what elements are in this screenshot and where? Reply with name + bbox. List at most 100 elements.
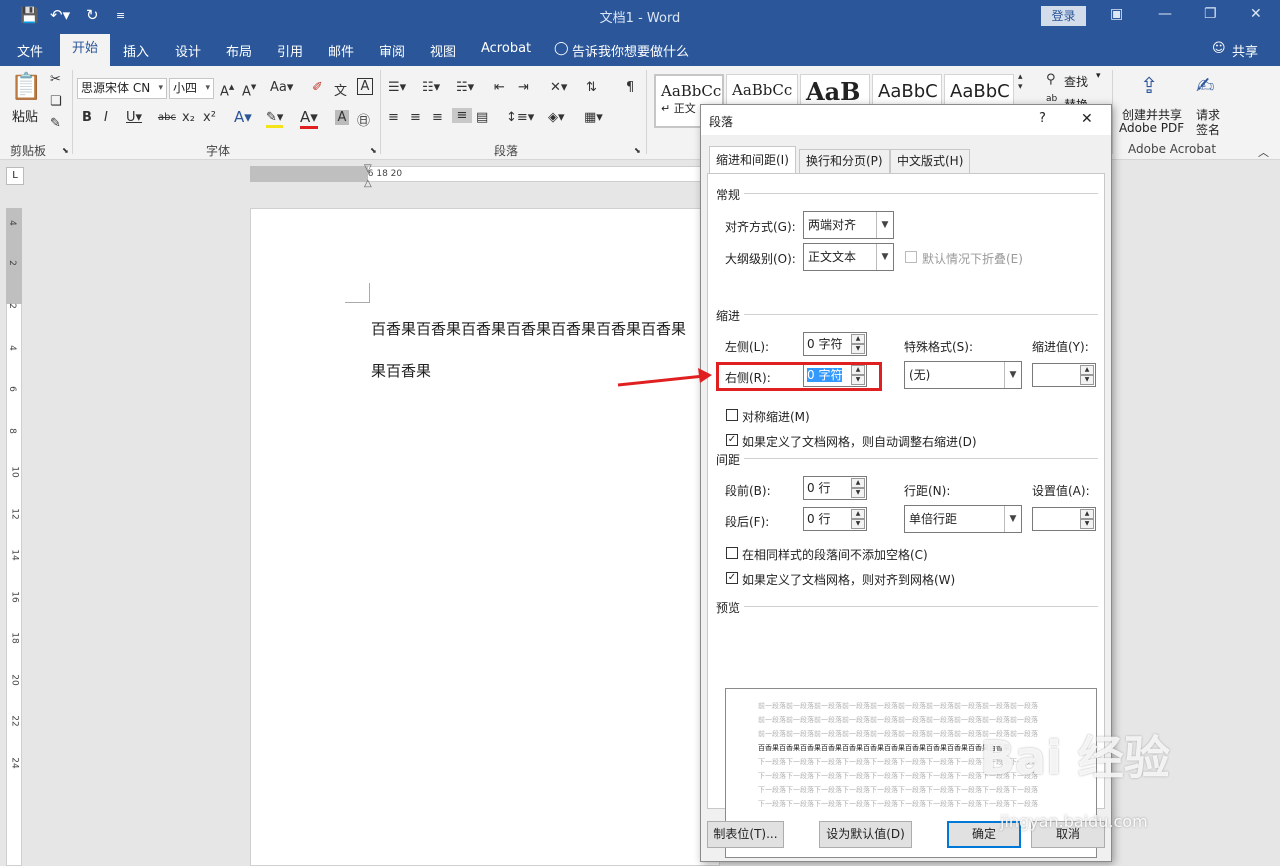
text-effects-icon[interactable]: A▾ [234, 108, 252, 126]
clear-format-icon[interactable]: ✐ [312, 80, 323, 95]
share-button[interactable]: 共享 [1232, 41, 1258, 60]
paragraph-launcher-icon[interactable]: ⬊ [634, 146, 641, 155]
tab-asian-typography[interactable]: 中文版式(H) [890, 149, 971, 173]
change-case-icon[interactable]: Aa▾ [270, 80, 293, 95]
subscript-icon[interactable]: x₂ [182, 110, 195, 125]
spin-up-icon[interactable]: ▲ [1080, 509, 1094, 519]
request-signature-label-2[interactable]: 签名 [1196, 121, 1220, 138]
line-spacing-select[interactable]: 单倍行距 ▼ [904, 505, 1022, 533]
tab-indents-spacing[interactable]: 缩进和间距(I) [709, 146, 796, 174]
bullets-icon[interactable]: ☰▾ [388, 80, 406, 95]
spin-down-icon[interactable]: ▼ [851, 519, 865, 529]
font-color-icon[interactable]: A▾ [300, 108, 318, 129]
underline-icon[interactable]: U▾ [126, 110, 142, 125]
tab-review[interactable]: 审阅 [379, 41, 405, 60]
spin-down-icon[interactable]: ▼ [851, 488, 865, 498]
shrink-font-icon[interactable]: A▾ [242, 80, 256, 99]
highlight-icon[interactable]: ✎▾ [266, 110, 284, 128]
align-center-icon[interactable]: ≡ [410, 110, 421, 125]
spin-up-icon[interactable]: ▲ [1080, 365, 1094, 375]
redo-icon[interactable]: ↻ [86, 6, 99, 24]
increase-indent-icon[interactable]: ⇥ [518, 80, 529, 95]
special-format-select[interactable]: (无) ▼ [904, 361, 1022, 389]
create-pdf-icon[interactable]: ⇪ [1140, 74, 1158, 99]
ribbon-display-icon[interactable]: ▣ [1110, 6, 1123, 22]
left-indent-spinner[interactable]: 0 字符 ▲ ▼ [803, 332, 867, 356]
multilevel-list-icon[interactable]: ☵▾ [456, 80, 474, 95]
italic-icon[interactable]: I [104, 110, 108, 125]
cut-icon[interactable]: ✂ [50, 72, 61, 87]
tab-mailings[interactable]: 邮件 [328, 41, 354, 60]
space-before-spinner[interactable]: 0 行 ▲ ▼ [803, 476, 867, 500]
borders-icon[interactable]: ▦▾ [584, 110, 603, 125]
tab-design[interactable]: 设计 [175, 41, 201, 60]
paste-icon[interactable]: 📋 [10, 72, 42, 102]
char-shading-icon[interactable]: A [335, 110, 349, 125]
tab-layout[interactable]: 布局 [226, 41, 252, 60]
share-icon[interactable]: ☺ [1212, 41, 1226, 56]
spin-up-icon[interactable]: ▲ [851, 509, 865, 519]
auto-adjust-right-checkbox[interactable]: ✓ [726, 434, 738, 446]
indent-by-spinner[interactable]: ▲ ▼ [1032, 363, 1096, 387]
chinese-layout-icon[interactable]: ✕▾ [550, 80, 567, 95]
outline-level-select[interactable]: 正文文本 ▼ [803, 243, 894, 271]
dialog-close-button[interactable]: ✕ [1081, 111, 1093, 127]
distribute-icon[interactable]: ▤ [476, 110, 488, 125]
replace-icon[interactable]: ab [1046, 94, 1057, 104]
font-launcher-icon[interactable]: ⬊ [370, 146, 377, 155]
snap-to-grid-checkbox[interactable]: ✓ [726, 572, 738, 584]
undo-icon[interactable]: ↶▾ [50, 6, 70, 24]
minimize-icon[interactable]: — [1158, 6, 1172, 22]
show-marks-icon[interactable]: ¶ [626, 80, 634, 95]
align-left-icon[interactable]: ≡ [388, 110, 399, 125]
mirror-indents-checkbox[interactable] [726, 409, 738, 421]
hanging-indent-marker-icon[interactable]: △ [364, 178, 372, 189]
spin-down-icon[interactable]: ▼ [1080, 519, 1094, 529]
tell-me-box[interactable]: 告诉我你想要做什么 [572, 41, 689, 60]
tab-selector[interactable]: L [6, 167, 24, 185]
justify-icon[interactable]: ≡ [452, 108, 472, 123]
strikethrough-icon[interactable]: abc [158, 112, 176, 123]
request-signature-icon[interactable]: ✍ [1196, 74, 1214, 99]
at-spinner[interactable]: ▲ ▼ [1032, 507, 1096, 531]
copy-icon[interactable]: ❏ [50, 94, 62, 109]
shading-icon[interactable]: ◈▾ [548, 110, 565, 125]
enclose-char-icon[interactable]: ㊐ [357, 110, 370, 129]
line-spacing-icon[interactable]: ↕≡▾ [506, 110, 534, 125]
phonetic-guide-icon[interactable]: 文 [334, 80, 347, 99]
spin-up-icon[interactable]: ▲ [851, 478, 865, 488]
create-pdf-label-2[interactable]: Adobe PDF [1119, 121, 1184, 135]
set-default-button[interactable]: 设为默认值(D) [819, 821, 912, 848]
font-name-combo[interactable]: 思源宋体 CN ▾ [77, 78, 167, 99]
spin-down-icon[interactable]: ▼ [1080, 375, 1094, 385]
login-button[interactable]: 登录 [1041, 6, 1086, 26]
save-icon[interactable]: 💾 [20, 6, 39, 24]
customize-qat-icon[interactable]: ≡ [116, 9, 125, 22]
bold-icon[interactable]: B [82, 110, 92, 125]
tab-insert[interactable]: 插入 [123, 41, 149, 60]
tab-acrobat[interactable]: Acrobat [481, 41, 531, 56]
document-text-line[interactable]: 百香果百香果百香果百香果百香果百香果百香果 [371, 318, 686, 339]
collapse-checkbox[interactable] [905, 251, 917, 263]
space-after-spinner[interactable]: 0 行 ▲ ▼ [803, 507, 867, 531]
font-size-combo[interactable]: 小四 ▾ [169, 78, 214, 99]
format-painter-icon[interactable]: ✎ [50, 116, 61, 131]
document-text-line[interactable]: 果百香果 [371, 360, 431, 381]
close-window-icon[interactable]: ✕ [1250, 6, 1262, 22]
tab-view[interactable]: 视图 [430, 41, 456, 60]
align-right-icon[interactable]: ≡ [432, 110, 443, 125]
tab-home[interactable]: 开始 [60, 34, 110, 66]
no-space-same-style-checkbox[interactable] [726, 547, 738, 559]
spin-up-icon[interactable]: ▲ [851, 334, 865, 344]
find-button[interactable]: 查找 [1064, 73, 1088, 90]
numbering-icon[interactable]: ☷▾ [422, 80, 440, 95]
char-border-icon[interactable]: A [357, 78, 373, 95]
indent-marker-icon[interactable]: ▽ [364, 163, 372, 174]
styles-scroll-icon[interactable]: ▴ ▾ [1018, 72, 1023, 92]
sort-icon[interactable]: ⇅ [586, 80, 597, 95]
spin-down-icon[interactable]: ▼ [851, 344, 865, 354]
grow-font-icon[interactable]: A▴ [220, 80, 234, 99]
tabs-button[interactable]: 制表位(T)... [707, 821, 784, 848]
document-page[interactable]: 百香果百香果百香果百香果百香果百香果百香果 果百香果 [250, 208, 720, 866]
tab-line-page-breaks[interactable]: 换行和分页(P) [799, 149, 890, 173]
